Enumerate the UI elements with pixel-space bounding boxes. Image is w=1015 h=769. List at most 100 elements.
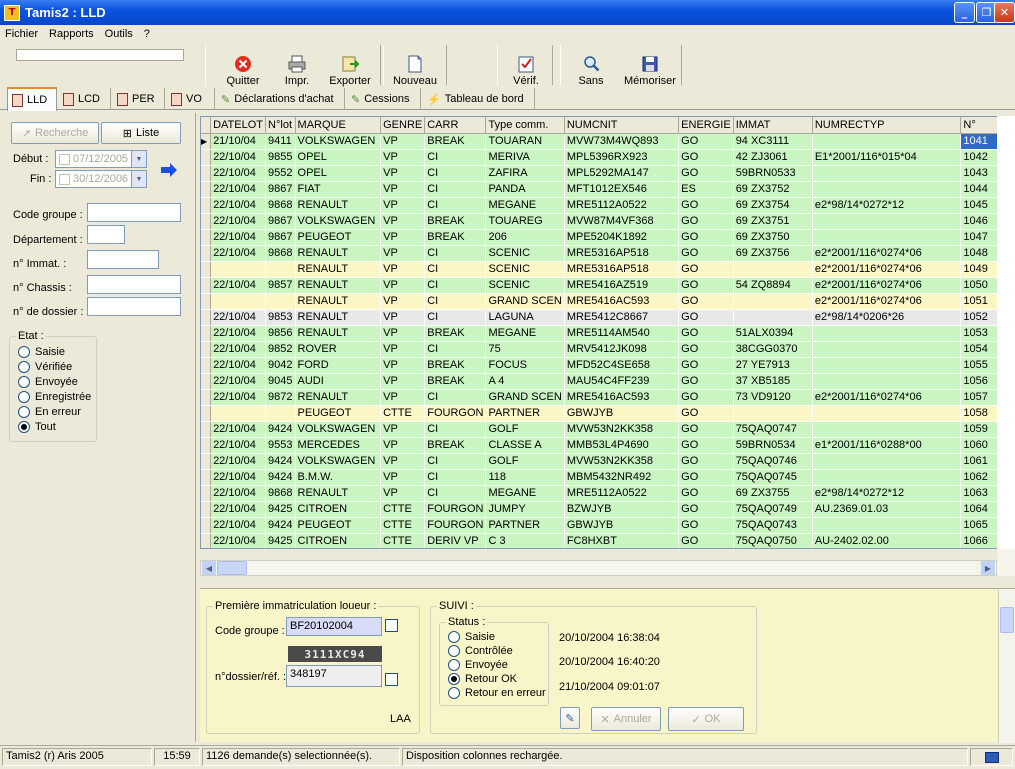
status-radio-retour-erreur[interactable]: Retour en erreur (448, 687, 546, 699)
table-cell[interactable]: 22/10/04 (210, 389, 267, 406)
table-cell[interactable]: 9424 (265, 469, 296, 486)
table-cell[interactable]: 22/10/04 (210, 421, 267, 438)
imprimer-button[interactable]: Impr. (276, 47, 318, 87)
table-cell[interactable]: 22/10/04 (210, 309, 267, 326)
table-cell[interactable]: GBWJYB (564, 517, 680, 534)
table-cell[interactable]: 22/10/04 (210, 469, 267, 486)
col-header[interactable]: ENERGIE (678, 117, 734, 134)
minimize-button[interactable]: _ (954, 2, 975, 23)
table-cell[interactable]: VP (380, 277, 426, 294)
menu-fichier[interactable]: Fichier (0, 28, 44, 40)
table-cell[interactable] (210, 293, 267, 310)
table-cell[interactable]: MERIVA (485, 149, 565, 166)
table-cell[interactable] (265, 261, 296, 278)
col-header[interactable]: GENRE (380, 117, 426, 134)
table-cell[interactable]: 9857 (265, 277, 296, 294)
table-cell[interactable]: 22/10/04 (210, 149, 267, 166)
table-cell[interactable]: FC8HXBT (564, 533, 680, 548)
table-cell[interactable]: FORD (295, 357, 382, 374)
menu-rapports[interactable]: Rapports (44, 28, 100, 40)
table-cell[interactable] (812, 453, 962, 470)
table-cell[interactable]: 75QAQ0747 (733, 421, 813, 438)
table-cell[interactable]: MRE5416AZ519 (564, 277, 680, 294)
col-header[interactable]: N°lot (265, 117, 296, 134)
table-cell[interactable]: GO (678, 437, 734, 454)
table-cell[interactable]: MRE5316AP518 (564, 261, 680, 278)
scroll-left-icon[interactable]: ◀ (202, 561, 216, 575)
table-cell[interactable]: RENAULT (295, 277, 382, 294)
table-cell[interactable]: RENAULT (295, 261, 382, 278)
nouveau-button[interactable]: Nouveau (390, 47, 440, 87)
table-cell[interactable]: FOURGON (424, 405, 487, 422)
table-cell[interactable]: CI (424, 469, 487, 486)
tab-declarations-achat[interactable]: ✎ Déclarations d'achat (217, 88, 345, 110)
row-indicator[interactable] (201, 485, 212, 502)
table-cell[interactable]: LAGUNA (485, 309, 565, 326)
table-cell[interactable]: PEUGEOT (295, 517, 382, 534)
table-cell[interactable]: 22/10/04 (210, 197, 267, 214)
table-cell[interactable]: GO (678, 341, 734, 358)
table-cell[interactable]: OPEL (295, 149, 382, 166)
table-cell[interactable]: BREAK (424, 357, 487, 374)
table-cell[interactable]: FOURGON (424, 501, 487, 518)
table-cell[interactable]: C 3 (485, 533, 565, 548)
table-cell[interactable]: 22/10/04 (210, 517, 267, 534)
detail-code-groupe-input[interactable]: BF20102004 (286, 617, 382, 636)
table-cell[interactable]: 75 (485, 341, 565, 358)
table-cell[interactable]: CITROEN (295, 533, 382, 548)
table-cell[interactable]: 9552 (265, 165, 296, 182)
table-cell[interactable]: SCENIC (485, 245, 565, 262)
table-cell[interactable] (812, 405, 962, 422)
debut-checkbox[interactable] (59, 153, 70, 165)
tab-cessions[interactable]: ✎ Cessions (347, 88, 421, 110)
table-cell[interactable]: CI (424, 245, 487, 262)
table-cell[interactable]: 9424 (265, 517, 296, 534)
table-cell[interactable]: CTTE (380, 517, 426, 534)
table-row[interactable]: 22/10/04 9868 RENAULT VP CI SCENIC MRE5316AP51… (201, 245, 1014, 262)
liste-button[interactable]: ⊞ Liste (101, 122, 181, 144)
row-indicator[interactable] (201, 389, 212, 406)
table-cell[interactable]: MRE5114AM540 (564, 325, 680, 342)
table-row[interactable]: 22/10/04 9045 AUDI VP BREAK A 4 MAU54C4FF239 GO… (201, 373, 1014, 390)
row-indicator[interactable] (201, 325, 212, 342)
table-cell[interactable]: RENAULT (295, 245, 382, 262)
table-cell[interactable]: GO (678, 389, 734, 406)
table-cell[interactable]: MPL5396RX923 (564, 149, 680, 166)
table-cell[interactable]: 21/10/04 (210, 133, 267, 150)
table-cell[interactable] (265, 293, 296, 310)
table-cell[interactable]: 42 ZJ3061 (733, 149, 813, 166)
table-cell[interactable]: GO (678, 213, 734, 230)
table-cell[interactable]: CI (424, 341, 487, 358)
table-cell[interactable] (210, 261, 267, 278)
table-row[interactable]: 22/10/04 9424 PEUGEOT CTTE FOURGON PARTNER GBW… (201, 517, 1014, 534)
table-cell[interactable]: CI (424, 149, 487, 166)
table-cell[interactable]: 9868 (265, 485, 296, 502)
row-indicator[interactable]: ▶ (201, 133, 212, 150)
table-cell[interactable]: GO (678, 165, 734, 182)
table-cell[interactable]: CTTE (380, 533, 426, 548)
table-cell[interactable]: MFT1012EX546 (564, 181, 680, 198)
table-cell[interactable]: ZAFIRA (485, 165, 565, 182)
table-cell[interactable] (812, 341, 962, 358)
table-cell[interactable]: BREAK (424, 229, 487, 246)
code-groupe-input[interactable] (87, 203, 181, 222)
table-cell[interactable]: CI (424, 453, 487, 470)
memoriser-button[interactable]: Mémoriser (622, 47, 678, 87)
table-cell[interactable]: GO (678, 517, 734, 534)
table-cell[interactable]: VP (380, 229, 426, 246)
row-indicator[interactable] (201, 469, 212, 486)
table-cell[interactable]: GOLF (485, 421, 565, 438)
table-cell[interactable]: e2*98/14*0272*12 (812, 485, 962, 502)
table-cell[interactable]: GO (678, 533, 734, 548)
table-cell[interactable] (812, 357, 962, 374)
table-cell[interactable]: RENAULT (295, 485, 382, 502)
table-cell[interactable]: MPE5204K1892 (564, 229, 680, 246)
table-cell[interactable] (733, 261, 813, 278)
table-cell[interactable]: 69 ZX3755 (733, 485, 813, 502)
table-cell[interactable] (265, 405, 296, 422)
fin-date-picker[interactable]: 30/12/2006 ▼ (55, 170, 147, 188)
table-cell[interactable]: RENAULT (295, 197, 382, 214)
table-cell[interactable]: GO (678, 453, 734, 470)
table-cell[interactable]: GRAND SCEN (485, 389, 565, 406)
table-cell[interactable]: MRE5412C8667 (564, 309, 680, 326)
